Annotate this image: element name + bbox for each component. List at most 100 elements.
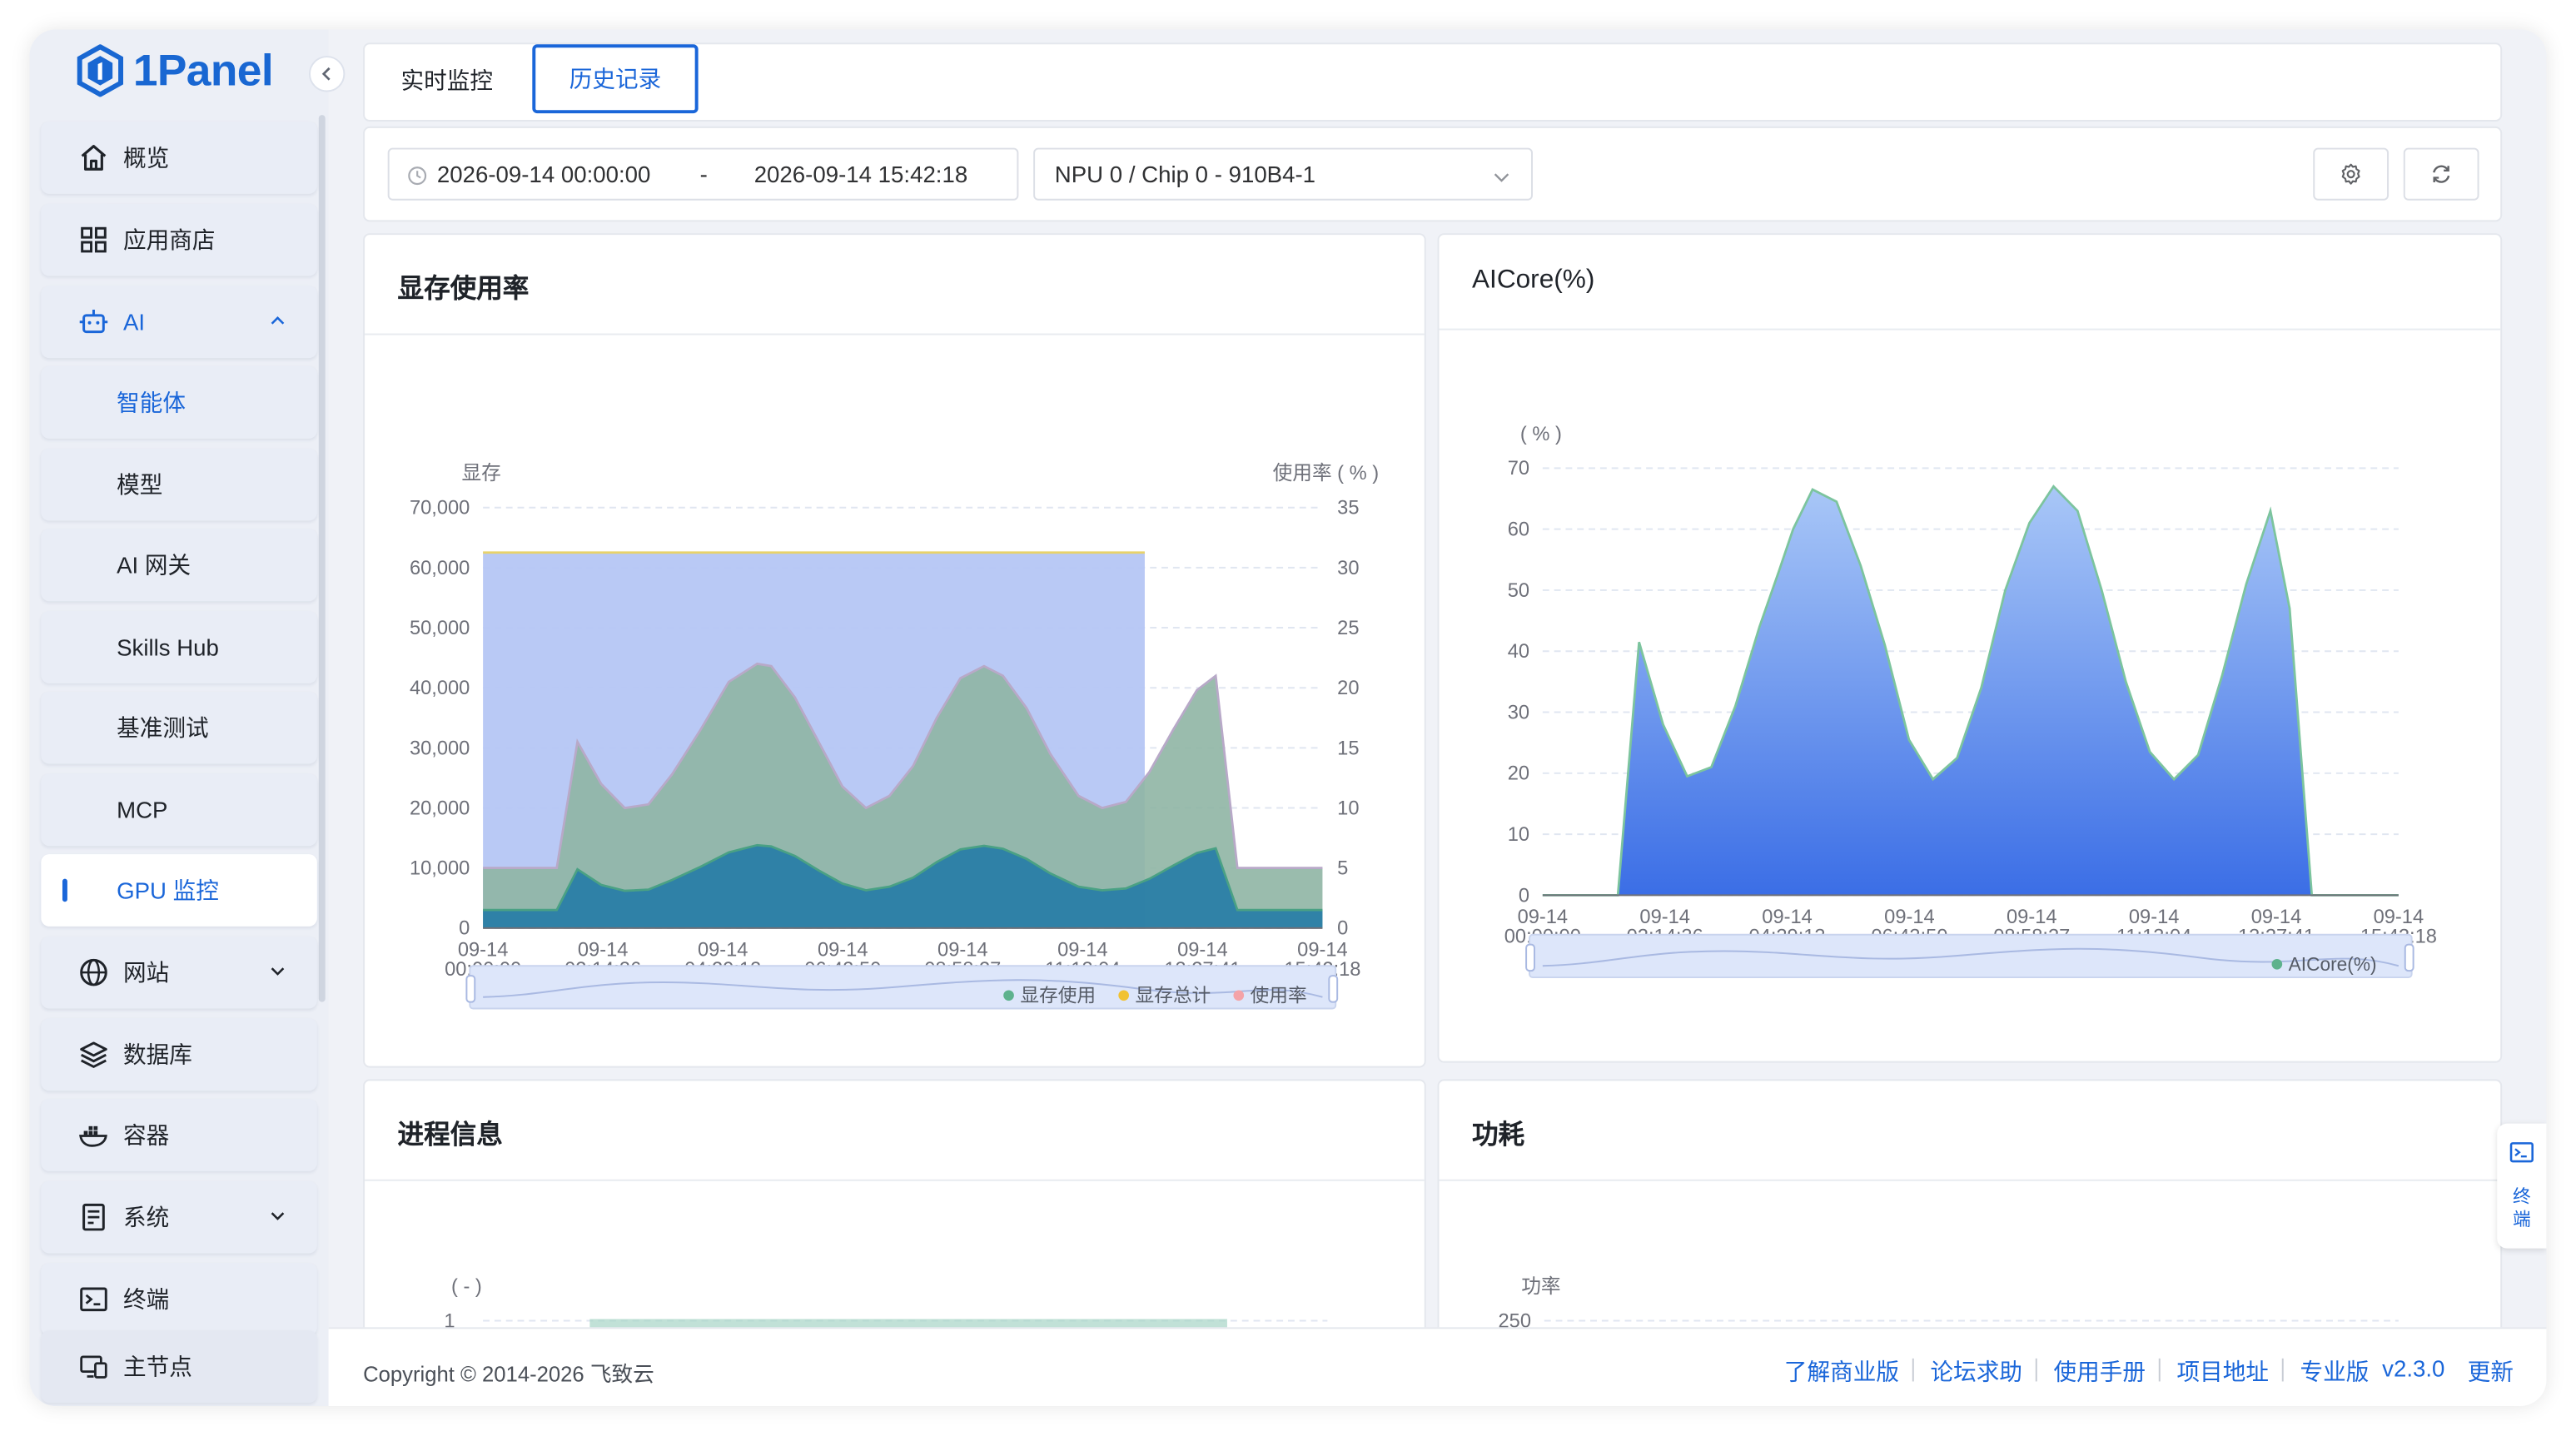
logo-hexagon-icon: [77, 44, 123, 97]
x-tick-label: 09-14: [1639, 907, 1690, 928]
legend-label: 使用率: [1251, 985, 1307, 1006]
y2-tick-label: 5: [1337, 858, 1348, 880]
sidebar-item-skills-hub[interactable]: Skills Hub: [41, 611, 317, 683]
robot-icon: [79, 309, 108, 334]
footer-separator: [2158, 1358, 2161, 1382]
y-tick-label: 30: [1508, 702, 1529, 723]
process-axis-unit: ( - ): [451, 1276, 482, 1298]
x-tick-label: 09-14: [818, 939, 868, 961]
footer-link-project[interactable]: 项目地址: [2176, 1355, 2268, 1388]
x-tick-label: 09-14: [1177, 939, 1228, 961]
home-icon: [81, 145, 107, 171]
sidebar-item-system[interactable]: 系统: [41, 1180, 317, 1254]
update-link[interactable]: 更新: [2468, 1355, 2514, 1388]
x-tick-label: 09-14: [578, 939, 629, 961]
device-select-value: NPU 0 / Chip 0 - 910B4-1: [1054, 161, 1316, 187]
sidebar-item-label: GPU 监控: [117, 877, 219, 904]
chevron-up-icon: [271, 316, 285, 325]
sidebar-item-benchmark[interactable]: 基准测试: [41, 691, 317, 764]
y-axis-label: 显存: [461, 462, 500, 484]
chevron-down-icon: [271, 1212, 285, 1220]
sidebar-item-label: 容器: [122, 1121, 170, 1149]
y-tick-label: 60,000: [410, 558, 470, 579]
sidebar-item-website[interactable]: 网站: [41, 936, 317, 1009]
y-tick-label: 50,000: [410, 618, 470, 639]
y-tick-label: 0: [1519, 885, 1529, 907]
legend-label: 显存总计: [1135, 985, 1211, 1006]
footer: Copyright © 2014-2026 飞致云 了解商业版 论坛求助 使用手…: [328, 1327, 2547, 1407]
settings-button[interactable]: [2313, 147, 2390, 201]
y-tick-label: 10: [1508, 824, 1529, 846]
datazoom-slider: [1529, 933, 2413, 979]
footer-pro-label[interactable]: 专业版: [2300, 1355, 2369, 1388]
sidebar-item-agent[interactable]: 智能体: [41, 366, 317, 439]
node-monitor-icon: [80, 1355, 107, 1379]
apps-grid-icon: [81, 226, 107, 253]
footer-link-business[interactable]: 了解商业版: [1784, 1355, 1899, 1388]
y2-tick-label: 0: [1337, 918, 1348, 940]
footer-link-forum[interactable]: 论坛求助: [1931, 1355, 2022, 1388]
sidebar-item-label: AI 网关: [117, 551, 191, 579]
y-tick-label: 10,000: [410, 858, 470, 880]
sidebar-item-label: 终端: [122, 1286, 170, 1313]
floating-terminal-button[interactable]: 终 端: [2497, 1123, 2547, 1249]
y-tick-label: 40: [1508, 641, 1529, 663]
sidebar-item-terminal[interactable]: 终端: [41, 1263, 317, 1336]
container-whale-icon: [79, 1125, 107, 1147]
legend-swatch: [1118, 990, 1129, 1001]
sidebar-item-gpu-monitor[interactable]: GPU 监控: [41, 854, 317, 927]
sidebar-item-mcp[interactable]: MCP: [41, 773, 317, 847]
main-content: 实时监控 历史记录 2026-09-14 00:00:00 - 2026-09-…: [329, 30, 2547, 1375]
y-tick-label: 70,000: [410, 498, 470, 519]
tab-realtime[interactable]: 实时监控: [373, 46, 521, 115]
sidebar-item-ai-gateway[interactable]: AI 网关: [41, 529, 317, 602]
filter-bar: 2026-09-14 00:00:00 - 2026-09-14 15:42:1…: [363, 126, 2503, 222]
sidebar: 1Panel 概览 应用商店 AI 智能体 模型 AI 网关 Skills Hu…: [29, 29, 329, 1407]
legend-label: AICore(%): [2289, 953, 2377, 975]
device-select[interactable]: NPU 0 / Chip 0 - 910B4-1: [1033, 147, 1533, 201]
sidebar-collapse-button[interactable]: [308, 56, 346, 92]
sidebar-item-label: 网站: [122, 959, 170, 986]
datazoom-handle-right: [2404, 943, 2414, 972]
app-logo[interactable]: 1Panel: [76, 42, 274, 98]
sidebar-item-label: 系统: [122, 1204, 170, 1230]
memory-usage-card: 显存使用率 0 10,000 20,000 30,000 40,000 50,000 60,…: [363, 233, 1428, 1069]
x-tick-label: 09-14: [2007, 907, 2057, 928]
y-tick-label: 20,000: [410, 798, 470, 819]
footer-separator: [1912, 1358, 1914, 1382]
date-range-picker[interactable]: 2026-09-14 00:00:00 - 2026-09-14 15:42:1…: [387, 147, 1019, 201]
tab-history[interactable]: 历史记录: [532, 44, 699, 114]
sidebar-scrollbar[interactable]: [318, 115, 326, 1002]
series-area-AICore(%): [1542, 486, 2399, 896]
datazoom-handle-left: [465, 975, 476, 1003]
sidebar-item-label: 模型: [117, 471, 163, 498]
terminal-icon: [2509, 1142, 2534, 1163]
y-tick-label: 0: [459, 918, 470, 940]
refresh-button[interactable]: [2403, 147, 2479, 201]
x-tick-label: 09-14: [937, 939, 988, 961]
terminal-icon: [80, 1287, 107, 1312]
sidebar-item-app-store[interactable]: 应用商店: [41, 203, 317, 276]
y2-tick-label: 15: [1337, 738, 1359, 759]
sidebar-item-label: 智能体: [117, 389, 186, 416]
sidebar-item-container[interactable]: 容器: [41, 1099, 317, 1171]
date-end[interactable]: 2026-09-14 15:42:18: [754, 161, 968, 187]
sidebar-item-model[interactable]: 模型: [41, 448, 317, 521]
aicore-chart[interactable]: 010203040506070( % )09-1400:00:0009-1402…: [1440, 235, 2504, 1064]
memory-usage-chart[interactable]: 0 10,000 20,000 30,000 40,000 50,000 60,000 70,…: [365, 235, 1428, 1069]
x-tick-label: 09-14: [1057, 939, 1108, 961]
app-window: 1Panel 概览 应用商店 AI 智能体 模型 AI 网关 Skills Hu…: [29, 29, 2547, 1407]
y-tick-label: 50: [1508, 580, 1529, 602]
sidebar-item-ai[interactable]: AI: [41, 286, 317, 359]
sidebar-item-overview[interactable]: 概览: [41, 122, 317, 194]
sidebar-item-label: 概览: [122, 144, 170, 171]
date-start[interactable]: 2026-09-14 00:00:00: [437, 161, 651, 187]
y-tick-label: 30,000: [410, 738, 470, 759]
y2-tick-label: 30: [1337, 558, 1359, 579]
y2-tick-label: 10: [1337, 798, 1359, 819]
x-tick-label: 09-14: [458, 939, 509, 961]
footer-link-manual[interactable]: 使用手册: [2054, 1355, 2146, 1388]
sidebar-item-database[interactable]: 数据库: [41, 1018, 317, 1091]
sidebar-item-main-node[interactable]: 主节点: [41, 1330, 317, 1404]
y-tick-label: 20: [1508, 763, 1529, 785]
